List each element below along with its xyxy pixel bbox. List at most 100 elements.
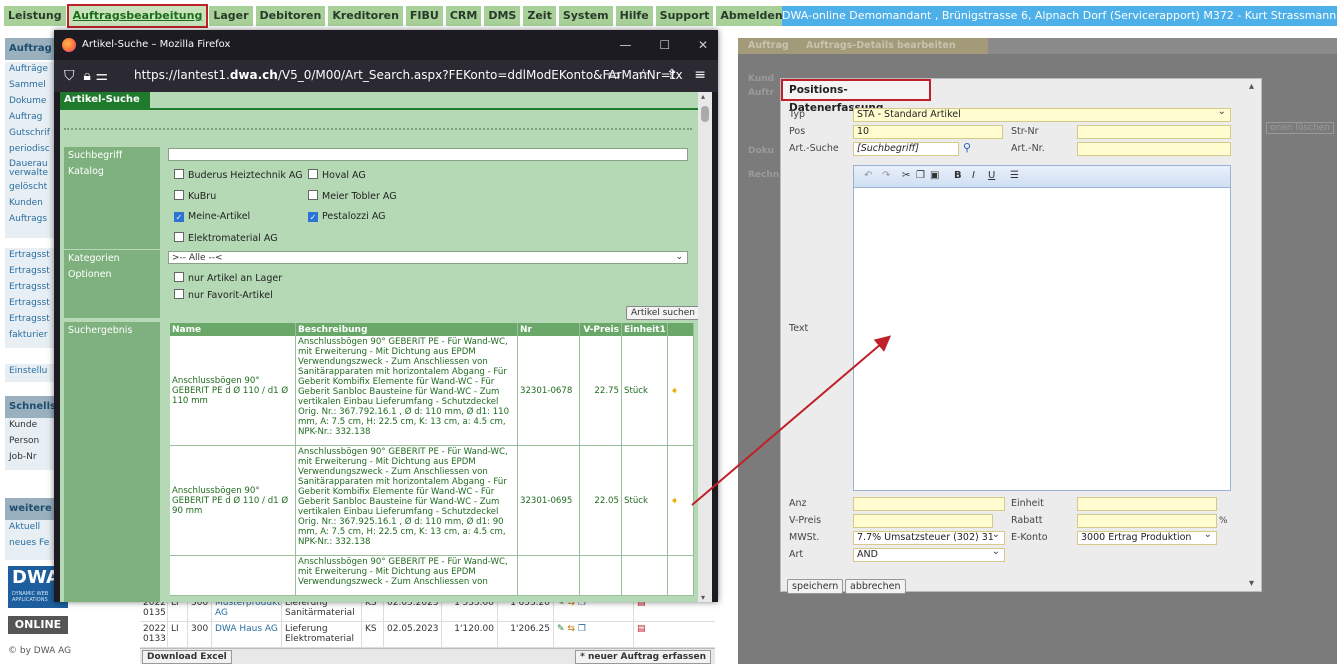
menu-auftragsbearbeitung[interactable]: Auftragsbearbeitung: [66, 4, 209, 28]
redo-icon[interactable]: ↷: [882, 170, 890, 181]
order-customer-link[interactable]: DWA Haus AG: [212, 622, 282, 647]
article-search-tab[interactable]: Artikel-Suche: [60, 92, 150, 108]
sidebar-item[interactable]: Ertragsst: [5, 312, 60, 328]
catalog-checkbox-meier-tobler[interactable]: Meier Tobler AG: [308, 190, 397, 202]
option-checkbox-favorit[interactable]: nur Favorit-Artikel: [174, 289, 273, 301]
sidebar-item[interactable]: neues Fe: [5, 536, 60, 552]
menu-lager[interactable]: Lager: [209, 6, 253, 26]
sidebar-item[interactable]: fakturier: [5, 328, 60, 344]
menu-system[interactable]: System: [558, 6, 613, 26]
select-article-arrow-icon[interactable]: ➧: [668, 446, 694, 555]
menu-dms[interactable]: DMS: [484, 6, 521, 26]
copy-icon[interactable]: ❐: [916, 170, 925, 181]
list-icon[interactable]: ☰: [1010, 170, 1019, 181]
price-input[interactable]: [853, 514, 993, 528]
catalog-checkbox-meine-artikel[interactable]: ✓ Meine-Artikel: [174, 211, 250, 222]
italic-icon[interactable]: I: [972, 170, 975, 181]
search-icon[interactable]: ⚲: [963, 141, 971, 154]
scroll-up-icon[interactable]: ▴: [701, 92, 705, 101]
catalog-checkbox-buderus[interactable]: Buderus Heiztechnik AG: [174, 169, 303, 181]
edit-icon[interactable]: ✎: [557, 624, 565, 634]
article-number-input[interactable]: [1077, 142, 1231, 156]
revenue-account-select[interactable]: 3000 Ertrag Produktion: [1077, 531, 1217, 545]
sidebar-item[interactable]: gelöscht: [5, 180, 60, 196]
menu-leistung[interactable]: Leistung: [4, 6, 66, 26]
menu-hilfe[interactable]: Hilfe: [615, 6, 653, 26]
catalog-checkbox-hoval[interactable]: Hoval AG: [308, 169, 366, 181]
sidebar-item-settings[interactable]: Einstellu: [5, 364, 60, 380]
sidebar-item[interactable]: Sammel: [5, 78, 60, 94]
sidebar-item[interactable]: Ertragsst: [5, 248, 60, 264]
sidebar-item[interactable]: Aufträge: [5, 62, 60, 78]
menu-crm[interactable]: CRM: [445, 6, 482, 26]
option-checkbox-lager[interactable]: nur Artikel an Lager: [174, 272, 282, 284]
vat-select[interactable]: 7.7% Umsatzsteuer (302) 31: [853, 531, 1005, 545]
save-button[interactable]: speichern: [787, 579, 844, 594]
copy-icon[interactable]: ❐: [578, 624, 586, 634]
table-row[interactable]: 2022 0133 LI 300 DWA Haus AG Lieferung E…: [140, 622, 715, 648]
kind-select[interactable]: AND: [853, 548, 1005, 562]
permissions-icon[interactable]: ⚌: [95, 68, 108, 84]
undo-icon[interactable]: ↶: [864, 170, 872, 181]
download-excel-button[interactable]: Download Excel: [142, 650, 232, 664]
sidebar-item[interactable]: Kunde: [5, 418, 60, 434]
sidebar-item[interactable]: periodisc: [5, 142, 60, 158]
type-select[interactable]: STA - Standard Artikel: [853, 108, 1231, 122]
catalog-checkbox-elektromaterial[interactable]: Elektromaterial AG: [174, 232, 278, 244]
structure-number-input[interactable]: [1077, 125, 1231, 139]
pdf-icon[interactable]: ▤: [634, 622, 664, 647]
sidebar-item[interactable]: Auftrags: [5, 212, 60, 228]
maximize-icon[interactable]: ☐: [659, 38, 670, 52]
underline-icon[interactable]: U: [988, 170, 995, 181]
menu-support[interactable]: Support: [655, 6, 714, 26]
sidebar-item[interactable]: Job-Nr: [5, 450, 60, 466]
rich-text-editor[interactable]: ↶ ↷ ✂ ❐ ▣ B I U ☰: [853, 165, 1231, 491]
menu-kreditoren[interactable]: Kreditoren: [328, 6, 403, 26]
sidebar-item[interactable]: Auftrag: [5, 110, 60, 126]
popup-scrollbar[interactable]: ▴ ▾: [698, 92, 712, 602]
search-articles-button[interactable]: Artikel suchen: [626, 306, 700, 320]
sidebar-item[interactable]: Ertragsst: [5, 264, 60, 280]
cancel-button[interactable]: abbrechen: [845, 579, 906, 594]
menu-icon[interactable]: ≡: [694, 67, 706, 83]
menu-zeit[interactable]: Zeit: [523, 6, 556, 26]
bookmark-star-icon[interactable]: ☆: [637, 67, 650, 83]
category-select[interactable]: >-- Alle --< ⌄: [168, 251, 688, 264]
table-row[interactable]: Anschlussbögen 90° GEBERIT PE d Ø 110 / …: [170, 336, 694, 446]
scroll-up-icon[interactable]: ▴: [1249, 81, 1254, 92]
sidebar-item[interactable]: Ertragsst: [5, 280, 60, 296]
sidebar-item[interactable]: Dokume: [5, 94, 60, 110]
shield-icon[interactable]: ⛉: [64, 68, 75, 84]
reader-view-icon[interactable]: ▭: [607, 67, 620, 83]
tab-auftrag[interactable]: Auftrag: [742, 38, 795, 54]
sidebar-item[interactable]: Ertragsst: [5, 296, 60, 312]
menu-debitoren[interactable]: Debitoren: [255, 6, 326, 26]
dialog-scrollbar[interactable]: ▴ ▾: [1249, 81, 1259, 589]
sidebar-item[interactable]: Aktuell: [5, 520, 60, 536]
scrollbar-thumb[interactable]: [701, 106, 709, 122]
transfer-icon[interactable]: ⇆: [567, 624, 575, 634]
position-input[interactable]: 10: [853, 125, 1003, 139]
new-order-button[interactable]: * neuer Auftrag erfassen: [575, 650, 711, 664]
close-icon[interactable]: ✕: [698, 38, 708, 52]
delete-positions-button[interactable]: onen löschen: [1266, 122, 1334, 134]
bold-icon[interactable]: B: [954, 170, 962, 181]
discount-input[interactable]: [1077, 514, 1217, 528]
select-article-arrow-icon[interactable]: ➧: [668, 336, 694, 445]
article-search-input[interactable]: [Suchbegriff]: [853, 142, 959, 156]
search-term-input[interactable]: [168, 148, 688, 161]
table-row[interactable]: Anschlussbögen 90° GEBERIT PE - Für Wand…: [170, 556, 694, 596]
catalog-checkbox-pestalozzi[interactable]: ✓ Pestalozzi AG: [308, 211, 386, 222]
quantity-input[interactable]: [853, 497, 1005, 511]
lock-icon[interactable]: 🔒︎: [83, 68, 90, 84]
unit-input[interactable]: [1077, 497, 1217, 511]
cut-icon[interactable]: ✂: [902, 170, 910, 181]
paste-icon[interactable]: ▣: [930, 170, 939, 181]
minimize-icon[interactable]: —: [620, 38, 632, 52]
sidebar-item[interactable]: Gutschrif: [5, 126, 60, 142]
sidebar-item[interactable]: Kunden: [5, 196, 60, 212]
menu-fibu[interactable]: FIBU: [405, 6, 443, 26]
scroll-down-icon[interactable]: ▾: [1249, 578, 1254, 589]
scroll-down-icon[interactable]: ▾: [701, 593, 705, 602]
tab-auftrags-details[interactable]: Auftrags-Details bearbeiten: [800, 38, 962, 54]
